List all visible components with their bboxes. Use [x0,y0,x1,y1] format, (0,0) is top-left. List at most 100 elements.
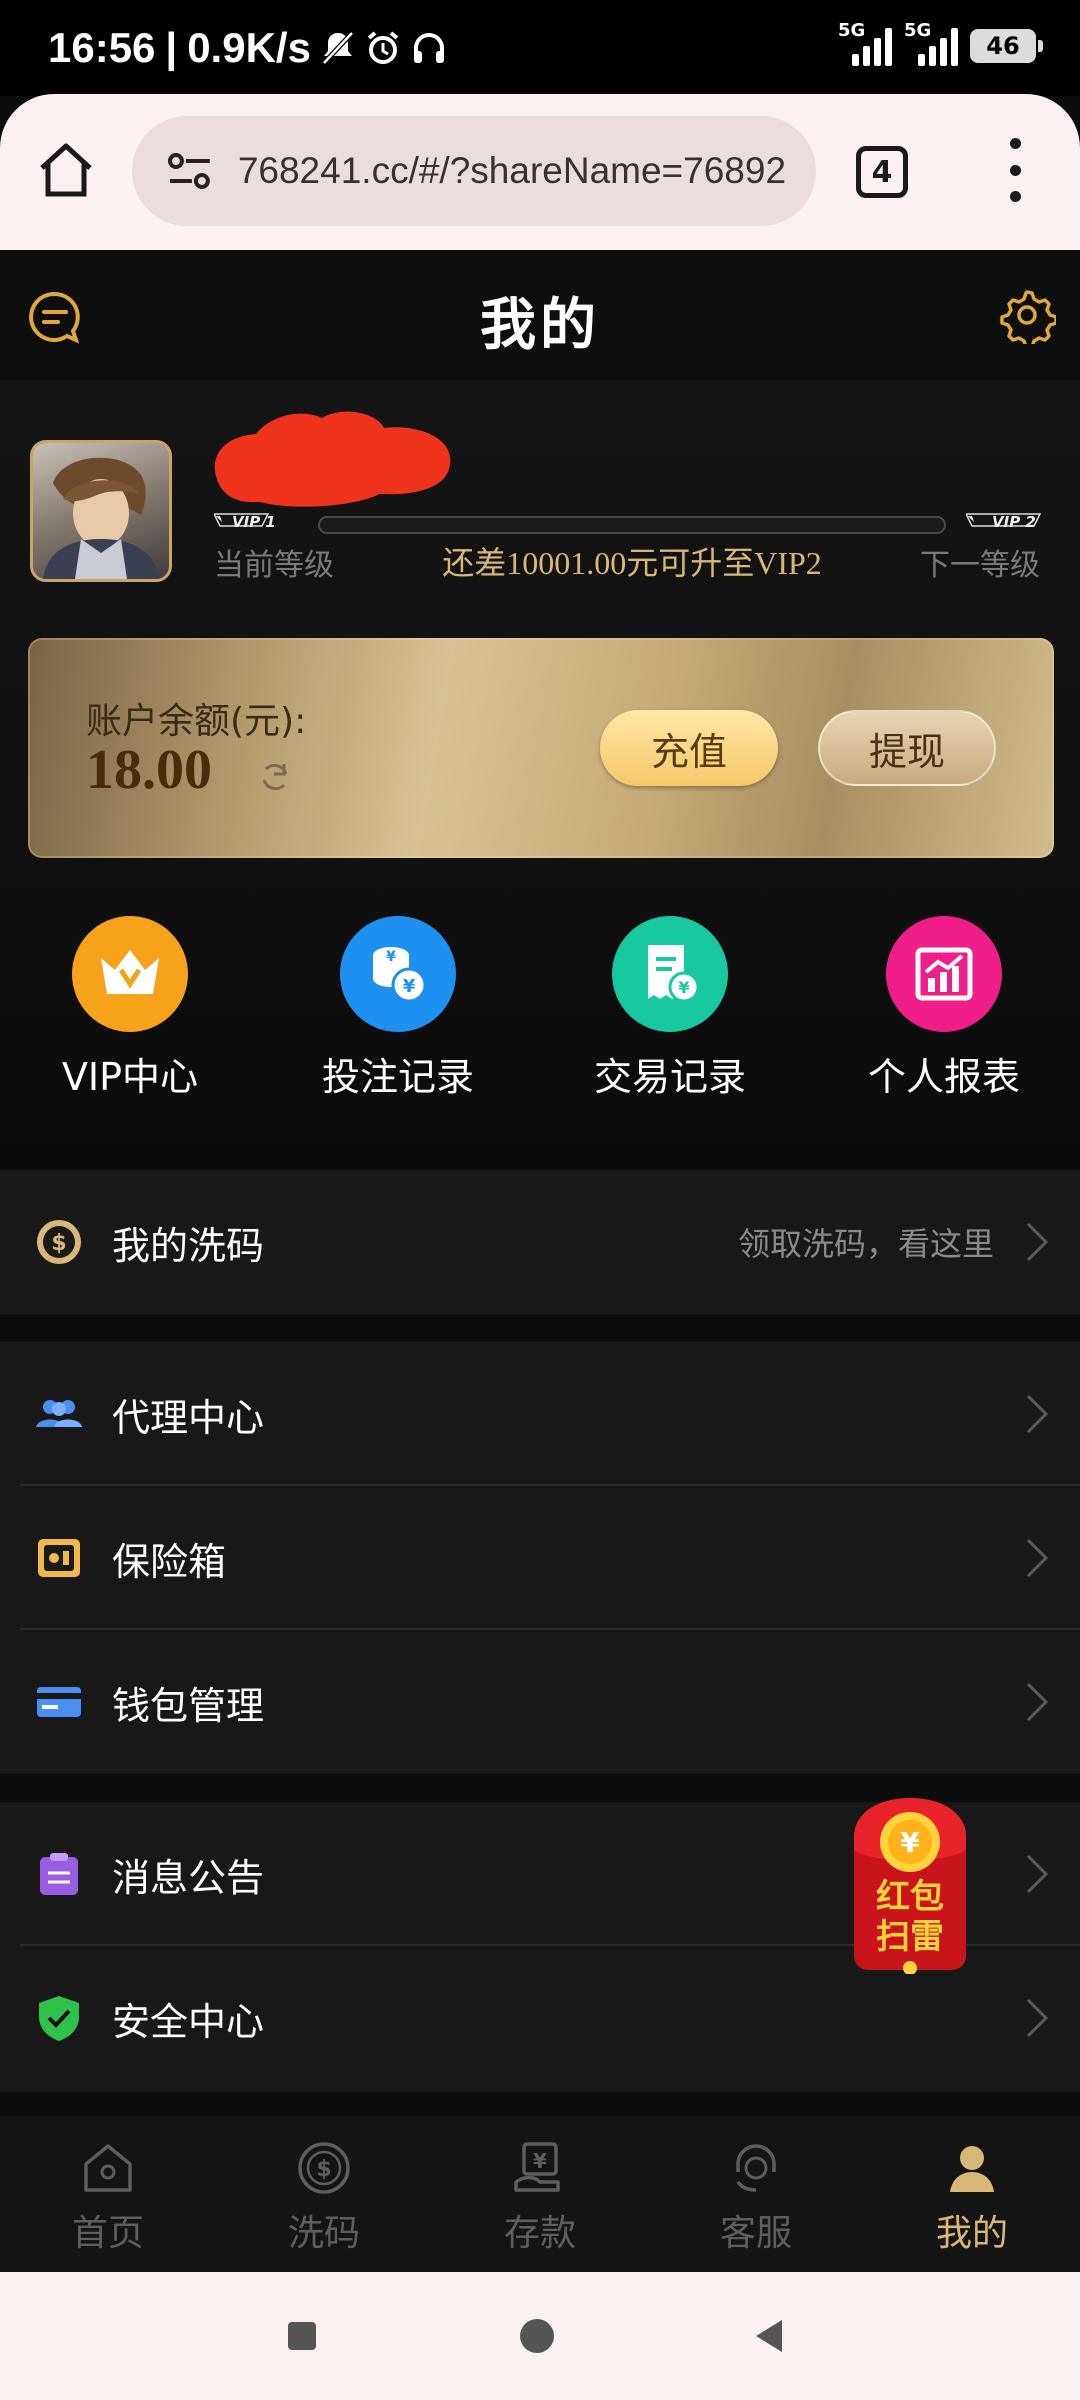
quick-link-report[interactable]: 个人报表 [824,916,1064,1101]
tab-support[interactable]: 客服 [648,2116,864,2272]
address-bar[interactable]: 768241.cc/#/?shareName=76892 [132,116,816,226]
receipt-icon: ¥ [612,916,728,1032]
shield-check-icon [39,1996,79,2041]
network-type: 5G [838,20,866,41]
vip-crown-icon [72,916,188,1032]
tab-deposit[interactable]: ¥ 存款 [432,2116,648,2272]
home-icon [84,2144,132,2192]
recents-button[interactable] [288,2322,316,2350]
red-packet-line2: 扫雷 [876,1917,944,1957]
chevron-right-icon [1026,1394,1049,1434]
menu-item-label: 钱包管理 [112,1683,265,1728]
profile-section: VIP 1 VIP 2 当前等级 还差10001.00元可升至VIP2 下一等级… [0,380,1080,1170]
chevron-right-icon [1026,1222,1049,1262]
avatar[interactable] [30,440,172,582]
headphones-icon [413,33,444,63]
menu-item-agent[interactable]: 代理中心 [0,1342,1080,1486]
status-speed: 0.9K/s [187,24,311,71]
svg-text:$: $ [316,2157,331,2182]
quick-link-vip[interactable]: VIP中心 [10,916,250,1101]
tab-wash[interactable]: $ 洗码 [216,2116,432,2272]
wash-coin-icon: $ [37,1220,81,1264]
home-button[interactable] [520,2319,554,2353]
account-section: 代理中心 保险箱 钱包管理 [0,1342,1080,1774]
bottom-tab-bar: 首页 $ 洗码 ¥ 存款 客服 我的 [0,2116,1080,2272]
home-icon[interactable] [34,138,98,202]
chevron-right-icon [1026,1854,1049,1894]
red-packet-line1: 红包 [876,1877,944,1917]
quick-link-transactions[interactable]: ¥ 交易记录 [550,916,790,1101]
withdraw-button[interactable]: 提现 [818,710,996,786]
status-time: 16:56 [48,24,156,71]
back-button[interactable] [756,2320,782,2352]
red-packet-float-button[interactable]: ¥ 红包 扫雷 [850,1796,970,1975]
app-header: 我的 [0,250,1080,380]
menu-item-wallet[interactable]: 钱包管理 [0,1630,1080,1774]
chart-icon [886,916,1002,1032]
recharge-button[interactable]: 充值 [600,710,778,786]
notice-clipboard-icon [40,1853,78,1895]
tab-switcher-button[interactable]: 4 [856,146,908,198]
menu-item-label: 代理中心 [112,1395,265,1440]
upgrade-tip: 还差10001.00元可升至VIP2 [442,545,822,581]
svg-text:¥: ¥ [900,1826,920,1859]
balance-label: 账户余额(元): [86,701,307,742]
vip-next-badge: VIP 2 [992,513,1036,531]
tab-me[interactable]: 我的 [864,2116,1080,2272]
status-bar: 16:56 | 0.9K/s 5G 5G 46 [0,0,1080,96]
status-left: 16:56 | 0.9K/s [48,24,447,72]
menu-item-label: 安全中心 [112,1999,265,2044]
coins-icon: ¥ ¥ [340,916,456,1032]
next-level-label: 下一等级 [920,548,1040,583]
tab-label: 洗码 [287,2213,360,2254]
menu-item-label: 保险箱 [112,1539,227,1584]
avatar-image [43,457,159,579]
url-text[interactable]: 768241.cc/#/?shareName=76892 [238,150,816,192]
status-separator: | [165,24,178,71]
tab-home[interactable]: 首页 [0,2116,216,2272]
quick-link-label: 投注记录 [321,1055,474,1099]
network-type-2: 5G [904,20,932,41]
balance-amount: 18.00 [86,739,212,801]
signal-icon-2: 5G [904,20,958,66]
current-level-label: 当前等级 [214,548,334,583]
refresh-icon[interactable] [258,760,292,794]
status-right: 5G 5G 46 [838,20,1043,66]
username-redaction [214,411,451,507]
tab-count: 4 [871,154,893,190]
tab-label: 首页 [71,2213,144,2254]
menu-item-safe[interactable]: 保险箱 [0,1486,1080,1630]
tab-label: 我的 [935,2213,1008,2254]
menu-item-wash[interactable]: $ 我的洗码 领取洗码，看这里 [0,1170,1080,1314]
user-icon [950,2146,994,2192]
gear-icon[interactable] [998,286,1056,344]
battery-icon: 46 [970,29,1043,63]
battery-level: 46 [986,32,1020,60]
site-settings-icon[interactable] [162,143,218,199]
tab-label: 客服 [719,2213,792,2254]
vip-current-badge: VIP 1 [232,513,276,531]
signal-icon: 5G [838,20,892,66]
svg-text:$: $ [51,1231,66,1256]
wash-section: $ 我的洗码 领取洗码，看这里 [0,1170,1080,1314]
quick-link-bets[interactable]: ¥ ¥ 投注记录 [278,916,518,1101]
system-nav-bar [0,2272,1080,2400]
alarm-icon [367,31,399,64]
agent-users-icon [36,1400,82,1427]
quick-link-label: 交易记录 [593,1055,746,1099]
mute-bell-icon [322,31,354,65]
support-icon [736,2144,776,2192]
svg-text:¥: ¥ [678,978,689,997]
chevron-right-icon [1026,1682,1049,1722]
tab-label: 存款 [503,2213,576,2254]
more-menu-icon[interactable] [1000,138,1030,202]
page-title: 我的 [480,293,600,358]
deposit-icon: ¥ [514,2142,560,2192]
safe-box-icon [38,1539,80,1577]
vip-progress-bar [318,516,946,534]
dollar-circle-icon: $ [298,2142,350,2194]
wallet-card-icon [37,1687,81,1717]
balance-card: 账户余额(元): 18.00 充值 提现 [28,638,1054,858]
menu-item-label: 消息公告 [112,1855,265,1900]
menu-item-label: 我的洗码 [112,1223,265,1268]
